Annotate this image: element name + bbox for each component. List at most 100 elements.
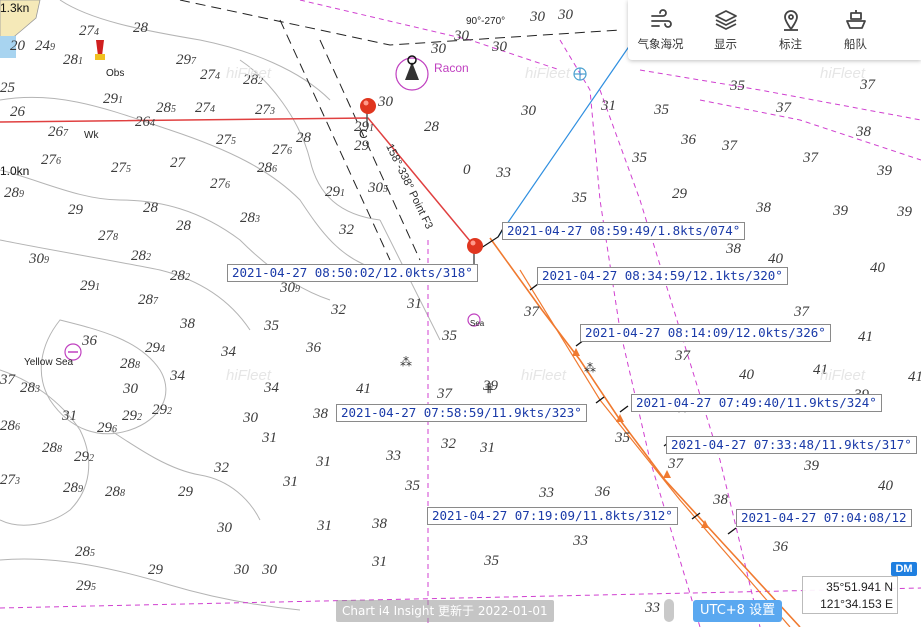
buoy-icon-topleft	[95, 40, 105, 60]
annotate-button[interactable]: 标注	[758, 0, 823, 60]
svg-text:39: 39	[482, 378, 499, 394]
svg-text:276: 276	[210, 176, 230, 192]
latitude-readout: 35°51.941 N	[826, 580, 893, 594]
svg-text:36: 36	[680, 132, 697, 148]
svg-text:0: 0	[463, 162, 471, 178]
utc-settings-button[interactable]: UTC+8 设置	[693, 600, 783, 622]
display-button[interactable]: 显示	[693, 0, 758, 60]
svg-text:37: 37	[667, 456, 685, 472]
svg-text:275: 275	[111, 160, 131, 176]
svg-text:34: 34	[169, 368, 186, 384]
svg-text:29: 29	[68, 202, 84, 218]
svg-text:35: 35	[631, 150, 648, 166]
svg-text:285: 285	[156, 100, 176, 116]
svg-text:291: 291	[80, 278, 100, 294]
svg-text:40: 40	[878, 478, 894, 494]
svg-text:39: 39	[803, 458, 820, 474]
label-current-left: 1.0kn	[0, 164, 29, 178]
svg-text:38: 38	[712, 492, 729, 508]
label-yellow-sea: Yellow Sea	[24, 357, 74, 368]
svg-text:288: 288	[42, 440, 62, 456]
svg-text:29: 29	[148, 562, 164, 578]
svg-text:hiFleet: hiFleet	[820, 367, 866, 384]
svg-text:33: 33	[495, 165, 511, 181]
svg-text:20: 20	[10, 38, 26, 54]
svg-text:30: 30	[520, 103, 537, 119]
svg-text:291: 291	[103, 91, 123, 107]
nautical-chart[interactable]: ⁂ ⁂ ⁂ ⋕ 20249 27428 281297 274282 285291…	[0, 0, 921, 627]
svg-text:30: 30	[529, 9, 546, 25]
svg-text:309: 309	[28, 251, 49, 267]
svg-text:278: 278	[98, 228, 118, 244]
svg-text:30: 30	[430, 41, 447, 57]
track-label[interactable]: 2021-04-27 08:50:02/12.0kts/318°	[227, 264, 478, 282]
label-marker-c: C	[359, 127, 368, 141]
svg-text:309: 309	[279, 280, 300, 296]
boundary-lines	[0, 0, 921, 627]
svg-text:31: 31	[316, 518, 332, 534]
svg-text:37: 37	[523, 304, 541, 320]
track-label[interactable]: 2021-04-27 07:49:40/11.9kts/324°	[631, 394, 882, 412]
svg-text:286: 286	[257, 160, 277, 176]
label-obs: Obs	[106, 68, 124, 79]
svg-text:29: 29	[672, 186, 688, 202]
svg-text:292: 292	[74, 449, 94, 465]
svg-text:40: 40	[739, 367, 755, 383]
route-pin-end[interactable]	[467, 238, 483, 266]
longitude-readout: 121°34.153 E	[820, 597, 893, 611]
svg-text:33: 33	[572, 533, 588, 549]
svg-text:297: 297	[176, 52, 197, 68]
track-label[interactable]: 2021-04-27 08:14:09/12.0kts/326°	[580, 324, 831, 342]
svg-text:273: 273	[255, 102, 275, 118]
svg-text:274: 274	[195, 100, 215, 116]
svg-text:32: 32	[440, 436, 457, 452]
label-point-f3: 158°-338° Point F3	[383, 142, 435, 231]
fleet-label: 船队	[844, 37, 867, 51]
svg-text:hiFleet: hiFleet	[521, 367, 567, 384]
svg-text:37: 37	[802, 150, 820, 166]
track-label[interactable]: 2021-04-27 08:34:59/12.1kts/320°	[537, 267, 788, 285]
svg-text:33: 33	[644, 600, 660, 616]
track-label[interactable]: 2021-04-27 07:19:09/11.8kts/312°	[427, 507, 678, 525]
svg-text:⁂: ⁂	[584, 361, 596, 375]
svg-text:30: 30	[242, 410, 259, 426]
timeline-scroll-handle[interactable]	[664, 599, 674, 622]
label-current-top: 1.3kn	[0, 1, 29, 15]
svg-text:39: 39	[832, 203, 849, 219]
svg-text:⁂: ⁂	[400, 355, 412, 369]
svg-text:30: 30	[377, 94, 394, 110]
svg-text:289: 289	[63, 480, 83, 496]
dm-format-badge[interactable]: DM	[891, 562, 917, 576]
svg-text:37: 37	[721, 138, 739, 154]
svg-text:26: 26	[10, 104, 26, 120]
svg-text:296: 296	[97, 420, 117, 436]
svg-text:30: 30	[491, 39, 508, 55]
svg-text:294: 294	[145, 340, 165, 356]
svg-text:286: 286	[0, 418, 20, 434]
svg-text:287: 287	[138, 292, 159, 308]
weather-wind-icon	[650, 9, 672, 28]
svg-text:31: 31	[61, 408, 77, 424]
track-label[interactable]: 2021-04-27 07:33:48/11.9kts/317°	[666, 436, 917, 454]
svg-text:282: 282	[170, 268, 190, 284]
svg-text:41: 41	[858, 329, 873, 345]
svg-text:32: 32	[213, 460, 230, 476]
track-label[interactable]: 2021-04-27 08:59:49/1.8kts/074°	[502, 222, 746, 240]
svg-text:38: 38	[312, 406, 329, 422]
svg-text:36: 36	[772, 539, 789, 555]
track-label[interactable]: 2021-04-27 07:58:59/11.9kts/323°	[336, 404, 587, 422]
racon-buoy-icon[interactable]	[395, 55, 429, 91]
svg-text:35: 35	[404, 478, 421, 494]
weather-sea-button[interactable]: 气象海况	[628, 0, 693, 60]
svg-text:34: 34	[220, 344, 237, 360]
fleet-button[interactable]: 船队	[823, 0, 888, 60]
svg-text:38: 38	[179, 316, 196, 332]
svg-text:36: 36	[81, 333, 98, 349]
track-label[interactable]: 2021-04-27 07:04:08/12	[736, 509, 912, 527]
svg-text:274: 274	[79, 23, 99, 39]
svg-text:41: 41	[356, 381, 371, 397]
svg-text:hiFleet: hiFleet	[226, 367, 272, 384]
svg-text:283: 283	[240, 210, 260, 226]
display-label: 显示	[714, 37, 737, 51]
svg-text:31: 31	[600, 98, 616, 114]
